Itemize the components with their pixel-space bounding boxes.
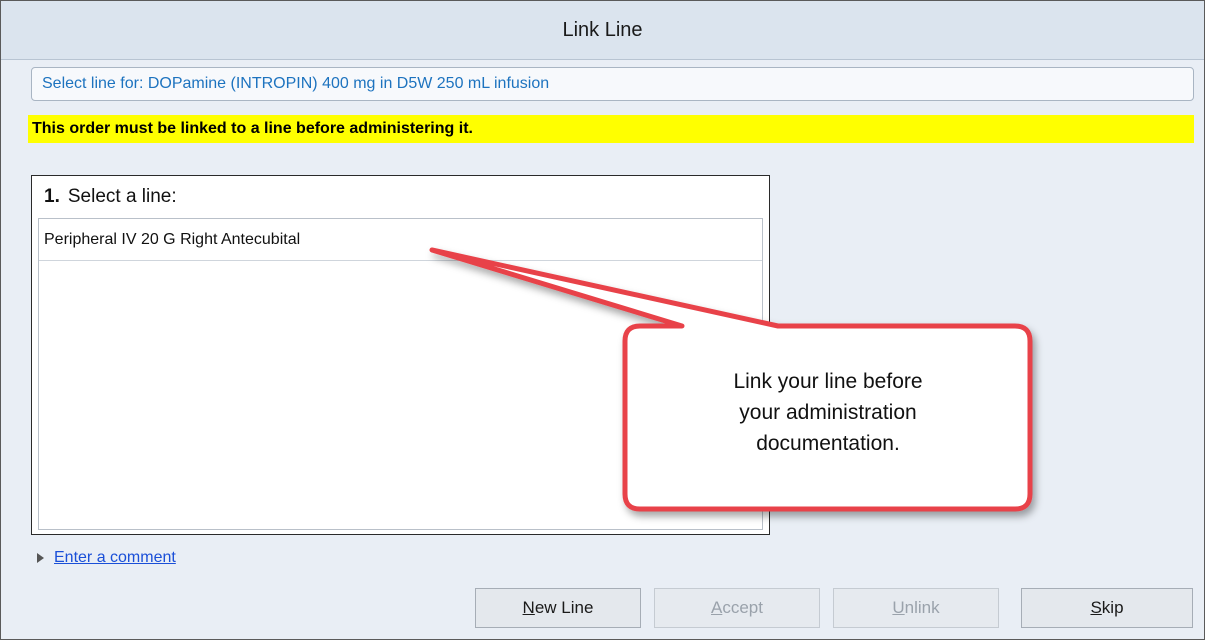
step-number: 1. bbox=[44, 186, 60, 207]
unlink-button[interactable]: Unlink bbox=[833, 588, 999, 628]
skip-button[interactable]: Skip bbox=[1021, 588, 1193, 628]
window-title: Link Line bbox=[562, 18, 643, 41]
accept-label: Accept bbox=[711, 598, 763, 617]
new-line-label: New Line bbox=[522, 598, 594, 617]
warning-text: This order must be linked to a line befo… bbox=[32, 120, 473, 137]
title-bar: Link Line bbox=[1, 1, 1204, 60]
link-line-dialog: Link Line Select line for: DOPamine (INT… bbox=[0, 0, 1205, 640]
panel-heading: 1. Select a line: bbox=[44, 186, 177, 208]
skip-label: Skip bbox=[1090, 598, 1124, 617]
triangle-right-icon[interactable] bbox=[37, 553, 44, 563]
callout-line-1: Link your line before bbox=[733, 370, 923, 393]
comment-row: Enter a comment bbox=[37, 547, 176, 569]
new-line-button[interactable]: New Line bbox=[475, 588, 641, 628]
callout-text: Link your line before your administratio… bbox=[640, 366, 1016, 459]
accept-button[interactable]: Accept bbox=[654, 588, 820, 628]
callout-line-2: your administration bbox=[739, 401, 917, 424]
select-line-panel: 1. Select a line: Peripheral IV 20 G Righ… bbox=[31, 175, 770, 535]
warning-banner: This order must be linked to a line befo… bbox=[28, 115, 1194, 143]
order-description: Select line for: DOPamine (INTROPIN) 400… bbox=[42, 75, 550, 92]
list-item[interactable]: Peripheral IV 20 G Right Antecubital bbox=[39, 219, 762, 261]
unlink-label: Unlink bbox=[892, 598, 940, 617]
enter-comment-link[interactable]: Enter a comment bbox=[54, 549, 176, 567]
panel-heading-label: Select a line: bbox=[67, 186, 177, 207]
callout-line-3: documentation. bbox=[756, 432, 900, 455]
select-line-for-header: Select line for: DOPamine (INTROPIN) 400… bbox=[31, 67, 1194, 101]
